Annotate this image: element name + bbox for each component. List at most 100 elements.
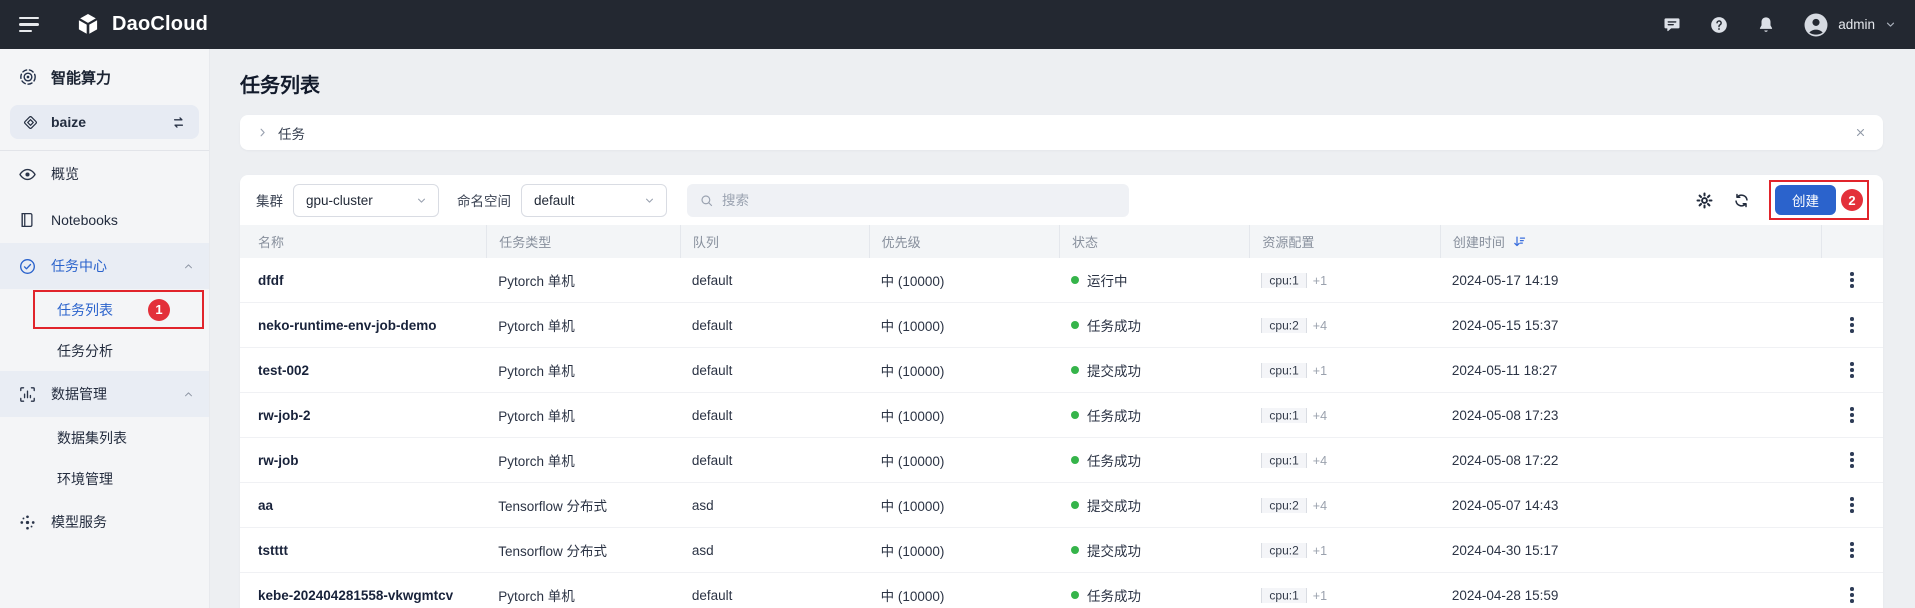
status-cell: 任务成功 <box>1059 450 1249 470</box>
sidebar-item-overview[interactable]: 概览 <box>0 151 209 197</box>
bell-icon[interactable] <box>1756 15 1776 35</box>
brand-name: DaoCloud <box>112 13 208 36</box>
user-menu[interactable]: admin <box>1803 12 1897 38</box>
resource-extra: +4 <box>1313 499 1327 513</box>
sidebar-item-task-analysis[interactable]: 任务分析 <box>0 330 209 371</box>
sidebar-section-title: 智能算力 <box>0 63 209 91</box>
task-list-card: 集群 gpu-cluster 命名空间 default <box>240 175 1883 608</box>
queue-cell: default <box>680 453 869 468</box>
actions-cell <box>1821 538 1883 562</box>
sidebar-title-label: 智能算力 <box>51 67 111 88</box>
help-icon[interactable] <box>1709 15 1729 35</box>
task-name-link[interactable]: aa <box>240 498 486 513</box>
actions-cell <box>1821 268 1883 292</box>
sidebar-item-task-center[interactable]: 任务中心 <box>0 243 209 289</box>
row-actions-button[interactable] <box>1842 403 1862 427</box>
sidebar-item-data-management[interactable]: 数据管理 <box>0 371 209 417</box>
column-header-状态: 状态 <box>1059 225 1249 258</box>
resource-cell: cpu:2+4 <box>1249 318 1439 333</box>
queue-cell: asd <box>680 498 869 513</box>
row-actions-button[interactable] <box>1842 268 1862 292</box>
priority-cell: 中 (10000) <box>869 405 1059 425</box>
task-name-link[interactable]: rw-job-2 <box>240 408 486 423</box>
created-time-cell: 2024-05-11 18:27 <box>1440 363 1821 378</box>
actions-cell <box>1821 403 1883 427</box>
menu-icon[interactable] <box>19 17 39 32</box>
column-header-任务类型: 任务类型 <box>486 225 680 258</box>
sort-icon[interactable] <box>1512 234 1527 249</box>
task-name-link[interactable]: neko-runtime-env-job-demo <box>240 318 486 333</box>
settings-gear-icon[interactable] <box>1695 191 1714 210</box>
task-name-link[interactable]: dfdf <box>240 273 486 288</box>
refresh-icon[interactable] <box>1732 191 1751 210</box>
row-actions-button[interactable] <box>1842 493 1862 517</box>
status-dot <box>1071 321 1079 329</box>
column-header-名称: 名称 <box>240 225 486 258</box>
resource-extra: +1 <box>1313 364 1327 378</box>
status-dot <box>1071 546 1079 554</box>
actions-cell <box>1821 493 1883 517</box>
sidebar-item-label: 环境管理 <box>57 469 113 489</box>
annotation-badge-1: 1 <box>148 299 170 321</box>
column-label: 资源配置 <box>1262 232 1314 251</box>
status-label: 运行中 <box>1087 270 1128 290</box>
user-avatar-icon <box>1803 12 1829 38</box>
row-actions-button[interactable] <box>1842 358 1862 382</box>
row-actions-button[interactable] <box>1842 448 1862 472</box>
namespace-label: 命名空间 <box>457 190 511 210</box>
chat-icon[interactable] <box>1662 15 1682 35</box>
task-name-link[interactable]: tstttt <box>240 543 486 558</box>
row-actions-button[interactable] <box>1842 583 1862 607</box>
breadcrumb-item-tasks[interactable]: 任务 <box>278 123 305 143</box>
task-name-link[interactable]: rw-job <box>240 453 486 468</box>
switch-workspace-icon[interactable] <box>170 114 187 131</box>
queue-cell: default <box>680 588 869 603</box>
task-type-cell: Tensorflow 分布式 <box>486 540 680 560</box>
table-row: rw-job-2Pytorch 单机default中 (10000)任务成功cp… <box>240 393 1883 438</box>
resource-chip: cpu:2 <box>1261 498 1306 513</box>
row-actions-button[interactable] <box>1842 538 1862 562</box>
search-input[interactable] <box>722 193 1117 208</box>
task-type-cell: Pytorch 单机 <box>486 360 680 380</box>
sidebar-item-task-list[interactable]: 任务列表1 <box>0 289 209 330</box>
actions-cell <box>1821 358 1883 382</box>
status-label: 提交成功 <box>1087 540 1141 560</box>
sidebar-item-env-management[interactable]: 环境管理 <box>0 458 209 499</box>
chevron-up-icon <box>182 260 195 273</box>
column-header-创建时间[interactable]: 创建时间 <box>1440 225 1821 258</box>
search-icon <box>699 193 714 208</box>
priority-cell: 中 (10000) <box>869 540 1059 560</box>
create-button[interactable]: 创建 <box>1775 185 1836 215</box>
status-label: 任务成功 <box>1087 405 1141 425</box>
sidebar-item-dataset-list[interactable]: 数据集列表 <box>0 417 209 458</box>
resource-cell: cpu:1+4 <box>1249 408 1439 423</box>
status-cell: 提交成功 <box>1059 495 1249 515</box>
chevron-down-icon <box>415 194 428 207</box>
task-type-cell: Pytorch 单机 <box>486 270 680 290</box>
table-row: neko-runtime-env-job-demoPytorch 单机defau… <box>240 303 1883 348</box>
created-time-cell: 2024-05-07 14:43 <box>1440 498 1821 513</box>
table-row: test-002Pytorch 单机default中 (10000)提交成功cp… <box>240 348 1883 393</box>
sidebar-item-notebooks[interactable]: Notebooks <box>0 197 209 243</box>
workspace-selector[interactable]: baize <box>10 105 199 139</box>
chevron-down-icon <box>1884 18 1897 31</box>
column-label: 优先级 <box>882 232 921 251</box>
queue-cell: asd <box>680 543 869 558</box>
daocloud-brand[interactable]: DaoCloud <box>75 12 208 38</box>
table-row: tsttttTensorflow 分布式asd中 (10000)提交成功cpu:… <box>240 528 1883 573</box>
sidebar-item-model-service[interactable]: 模型服务 <box>0 499 209 545</box>
namespace-select-value: default <box>534 193 575 208</box>
created-time-cell: 2024-05-17 14:19 <box>1440 273 1821 288</box>
created-time-cell: 2024-04-28 15:59 <box>1440 588 1821 603</box>
created-time-cell: 2024-05-08 17:23 <box>1440 408 1821 423</box>
column-header-优先级: 优先级 <box>869 225 1059 258</box>
chevron-down-icon <box>643 194 656 207</box>
namespace-select[interactable]: default <box>521 184 667 217</box>
queue-cell: default <box>680 363 869 378</box>
cluster-select[interactable]: gpu-cluster <box>293 184 439 217</box>
close-icon[interactable] <box>1854 126 1867 139</box>
priority-cell: 中 (10000) <box>869 315 1059 335</box>
task-name-link[interactable]: kebe-202404281558-vkwgmtcv <box>240 588 486 603</box>
task-name-link[interactable]: test-002 <box>240 363 486 378</box>
row-actions-button[interactable] <box>1842 313 1862 337</box>
